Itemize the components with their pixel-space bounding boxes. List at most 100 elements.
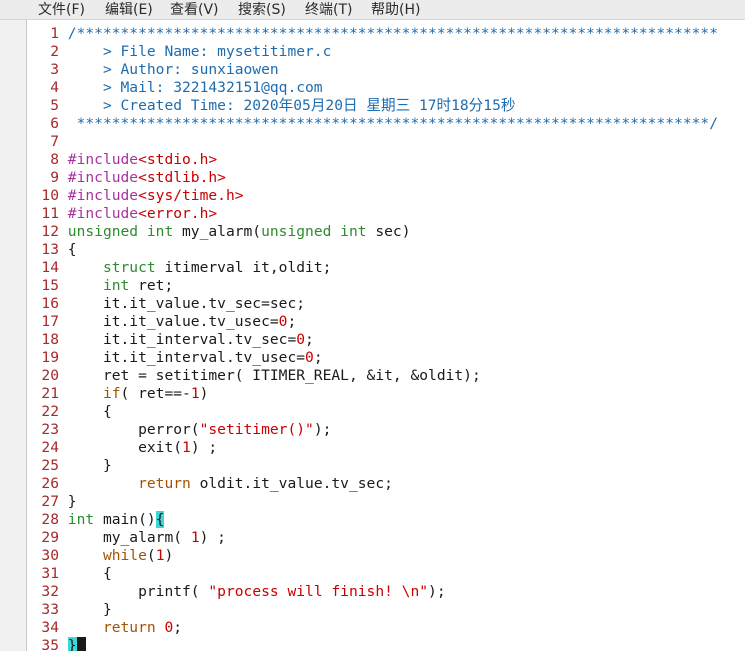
line-number: 5 bbox=[50, 97, 59, 114]
menu-item-4[interactable]: 终端(T) bbox=[305, 0, 352, 19]
code-line: 22 { bbox=[27, 403, 112, 421]
line-number: 30 bbox=[41, 547, 59, 564]
code-token-str: "setitimer()" bbox=[199, 421, 314, 438]
code-token-norm: ; bbox=[287, 313, 297, 330]
code-token-norm: it.it_value.tv_usec= bbox=[67, 313, 279, 330]
line-code: > Created Time: 2020年05月20日 星期三 17时18分15… bbox=[68, 97, 516, 114]
code-line: 32 printf( "process will finish! \n"); bbox=[27, 583, 446, 601]
line-number: 26 bbox=[41, 475, 59, 492]
code-token-comment: /***************************************… bbox=[67, 25, 718, 42]
code-token-norm bbox=[68, 277, 103, 294]
code-token-norm: ; bbox=[313, 349, 323, 366]
line-code: it.it_interval.tv_usec=0; bbox=[68, 349, 323, 366]
line-code: perror("setitimer()"); bbox=[68, 421, 331, 438]
code-token-type: struct bbox=[102, 259, 156, 276]
code-token-norm bbox=[68, 385, 103, 402]
line-number: 18 bbox=[41, 331, 59, 348]
window-left-edge bbox=[0, 20, 27, 651]
code-line: 2 > File Name: mysetitimer.c bbox=[27, 43, 331, 61]
code-token-comment: > Author: sunxiaowen bbox=[67, 61, 279, 78]
code-line: 1 /*************************************… bbox=[27, 25, 718, 43]
code-token-norm: ; bbox=[305, 331, 314, 348]
menu-bar: 文件(F) 编辑(E) 查看(V) 搜索(S) 终端(T) 帮助(H) bbox=[0, 0, 745, 20]
code-token-inc: <stdlib.h> bbox=[138, 169, 226, 186]
line-code: { bbox=[68, 241, 77, 258]
code-token-norm: itimerval it,oldit; bbox=[155, 259, 332, 276]
code-line: 24 exit(1) ; bbox=[27, 439, 217, 457]
code-line: 30 while(1) bbox=[27, 547, 173, 565]
line-code: #include<sys/time.h> bbox=[68, 187, 244, 204]
code-token-inc: <error.h> bbox=[138, 205, 218, 222]
line-number: 33 bbox=[41, 601, 59, 618]
code-token-kw: return bbox=[138, 475, 191, 492]
code-token-num: 1 bbox=[190, 529, 200, 546]
line-number: 11 bbox=[41, 205, 59, 222]
line-number: 29 bbox=[41, 529, 59, 546]
line-code: > Mail: 3221432151@qq.com bbox=[68, 79, 323, 96]
line-code: int ret; bbox=[68, 277, 173, 294]
line-code: { bbox=[68, 565, 112, 582]
line-code: if( ret==-1) bbox=[68, 385, 208, 402]
line-number: 31 bbox=[41, 565, 59, 582]
code-line: 3 > Author: sunxiaowen bbox=[27, 61, 279, 79]
code-token-norm: exit( bbox=[67, 439, 183, 456]
line-code: it.it_value.tv_usec=0; bbox=[68, 313, 296, 330]
line-code: unsigned int my_alarm(unsigned int sec) bbox=[68, 223, 411, 240]
code-token-num: 0 bbox=[305, 349, 314, 366]
code-token-inc: <stdio.h> bbox=[138, 151, 218, 168]
line-code: my_alarm( 1) ; bbox=[68, 529, 226, 546]
code-token-type: unsigned int bbox=[67, 223, 174, 240]
code-token-comment: > Mail: 3221432151@qq.com bbox=[67, 79, 323, 96]
line-number: 6 bbox=[50, 115, 59, 132]
code-line: 26 return oldit.it_value.tv_sec; bbox=[27, 475, 393, 493]
line-number: 24 bbox=[41, 439, 59, 456]
menu-item-2[interactable]: 查看(V) bbox=[170, 0, 219, 19]
code-line: 23 perror("setitimer()"); bbox=[27, 421, 331, 439]
line-number: 27 bbox=[41, 493, 59, 510]
line-code: printf( "process will finish! \n"); bbox=[68, 583, 446, 600]
menu-item-5[interactable]: 帮助(H) bbox=[371, 0, 420, 19]
code-line: 35 } bbox=[27, 637, 86, 651]
line-number: 14 bbox=[41, 259, 59, 276]
menu-item-0[interactable]: 文件(F) bbox=[38, 0, 85, 19]
line-code: while(1) bbox=[68, 547, 173, 564]
code-line: 31 { bbox=[27, 565, 112, 583]
code-line: 34 return 0; bbox=[27, 619, 182, 637]
code-token-norm: ; bbox=[173, 619, 183, 636]
line-code: #include<stdio.h> bbox=[68, 151, 217, 168]
code-token-norm: main() bbox=[94, 511, 156, 528]
code-line: 18 it.it_interval.tv_sec=0; bbox=[27, 331, 314, 349]
line-code: { bbox=[68, 403, 112, 420]
line-code: return oldit.it_value.tv_sec; bbox=[68, 475, 393, 492]
code-token-norm: } bbox=[67, 493, 77, 510]
code-token-norm: ) ; bbox=[190, 439, 218, 456]
line-code: ret = setitimer( ITIMER_REAL, &it, &oldi… bbox=[68, 367, 481, 384]
line-number: 21 bbox=[41, 385, 59, 402]
line-number: 17 bbox=[41, 313, 59, 330]
code-line: 20 ret = setitimer( ITIMER_REAL, &it, &o… bbox=[27, 367, 481, 385]
code-line: 14 struct itimerval it,oldit; bbox=[27, 259, 331, 277]
menu-item-1[interactable]: 编辑(E) bbox=[105, 0, 153, 19]
code-token-num: 0 bbox=[296, 331, 306, 348]
code-token-norm: sec) bbox=[366, 223, 411, 240]
code-line: 6 **************************************… bbox=[27, 115, 718, 133]
code-token-norm: ); bbox=[428, 583, 446, 600]
line-code: } bbox=[68, 601, 112, 618]
line-number: 28 bbox=[41, 511, 59, 528]
code-token-norm: ( ret==- bbox=[120, 385, 191, 402]
code-editor[interactable]: 1 /*************************************… bbox=[27, 20, 745, 651]
code-token-norm: it.it_interval.tv_usec= bbox=[67, 349, 306, 366]
code-token-comment: > File Name: mysetitimer.c bbox=[67, 43, 332, 60]
line-number: 15 bbox=[41, 277, 59, 294]
code-line: 11 #include<error.h> bbox=[27, 205, 217, 223]
code-line: 9 #include<stdlib.h> bbox=[27, 169, 226, 187]
code-line: 25 } bbox=[27, 457, 111, 475]
code-token-type: unsigned int bbox=[261, 223, 367, 240]
code-token-num: 0 bbox=[164, 619, 174, 636]
menu-item-3[interactable]: 搜索(S) bbox=[238, 0, 286, 19]
line-number: 19 bbox=[41, 349, 59, 366]
code-token-pre: #include bbox=[67, 187, 139, 204]
line-number: 34 bbox=[41, 619, 59, 636]
code-token-norm: } bbox=[67, 601, 112, 618]
code-token-pre: #include bbox=[67, 205, 139, 222]
